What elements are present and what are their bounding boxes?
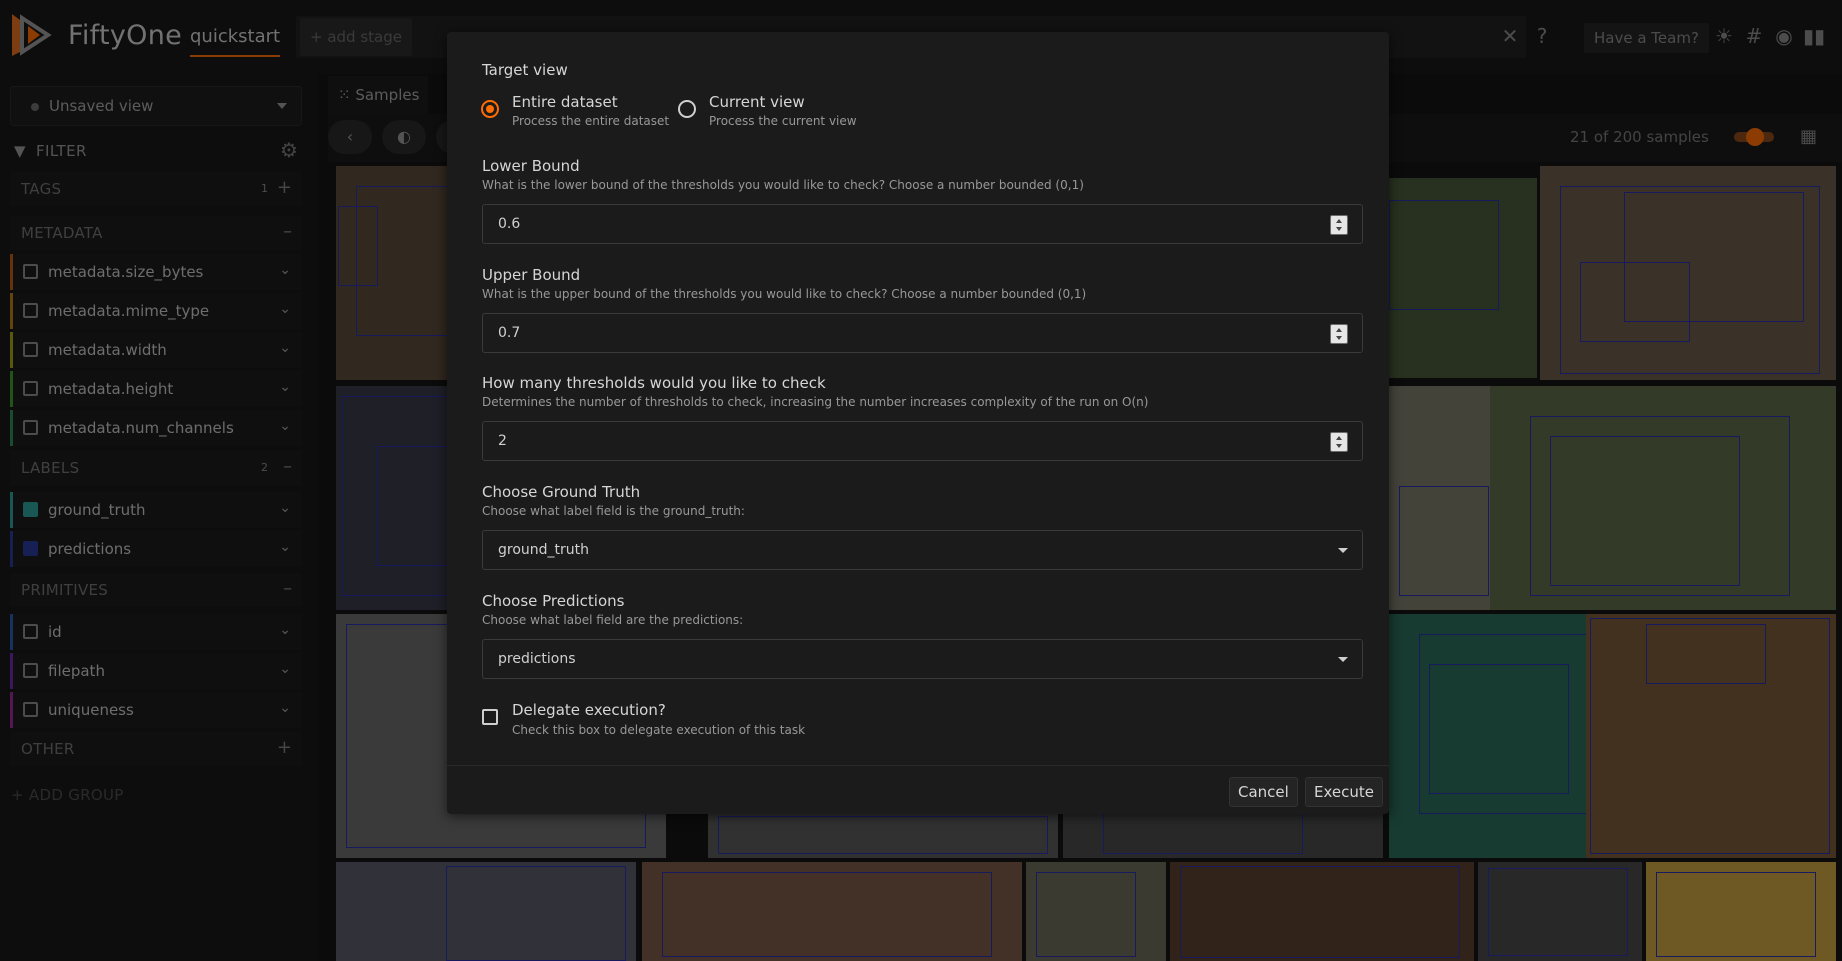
modal-footer-divider bbox=[447, 765, 1389, 766]
ground-truth-desc: Choose what label field is the ground_tr… bbox=[482, 504, 745, 518]
radio-current-view-desc: Process the current view bbox=[709, 114, 857, 128]
upper-bound-desc: What is the upper bound of the threshold… bbox=[482, 287, 1087, 301]
upper-bound-input[interactable]: 0.7 bbox=[482, 313, 1363, 353]
predictions-value: predictions bbox=[498, 651, 576, 667]
number-spinner-icon[interactable] bbox=[1330, 215, 1348, 235]
cancel-button[interactable]: Cancel bbox=[1229, 777, 1298, 807]
caret-down-icon bbox=[1338, 548, 1348, 553]
execute-button[interactable]: Execute bbox=[1305, 777, 1383, 807]
radio-entire-dataset-desc: Process the entire dataset bbox=[512, 114, 670, 128]
upper-bound-label: Upper Bound bbox=[482, 266, 581, 284]
radio-current-view[interactable] bbox=[678, 100, 696, 118]
number-spinner-icon[interactable] bbox=[1330, 324, 1348, 344]
radio-current-view-label[interactable]: Current view bbox=[709, 93, 805, 111]
num-thresholds-label: How many thresholds would you like to ch… bbox=[482, 374, 826, 392]
predictions-label: Choose Predictions bbox=[482, 592, 625, 610]
caret-down-icon bbox=[1338, 657, 1348, 662]
lower-bound-label: Lower Bound bbox=[482, 157, 580, 175]
lower-bound-input[interactable]: 0.6 bbox=[482, 204, 1363, 244]
lower-bound-value: 0.6 bbox=[498, 216, 521, 232]
radio-entire-dataset[interactable] bbox=[481, 100, 499, 118]
num-thresholds-desc: Determines the number of thresholds to c… bbox=[482, 395, 1149, 409]
delegate-desc: Check this box to delegate execution of … bbox=[512, 723, 806, 737]
predictions-select[interactable]: predictions bbox=[482, 639, 1363, 679]
delegate-checkbox[interactable] bbox=[482, 709, 498, 725]
app-root: FiftyOne quickstart + add stage ✕ ? Have… bbox=[0, 0, 1842, 961]
num-thresholds-input[interactable]: 2 bbox=[482, 421, 1363, 461]
ground-truth-label: Choose Ground Truth bbox=[482, 483, 641, 501]
lower-bound-desc: What is the lower bound of the threshold… bbox=[482, 178, 1084, 192]
operator-modal: Target view Entire dataset Process the e… bbox=[447, 32, 1389, 814]
ground-truth-select[interactable]: ground_truth bbox=[482, 530, 1363, 570]
target-view-label: Target view bbox=[482, 61, 568, 79]
upper-bound-value: 0.7 bbox=[498, 325, 521, 341]
radio-entire-dataset-label[interactable]: Entire dataset bbox=[512, 93, 618, 111]
num-thresholds-value: 2 bbox=[498, 433, 507, 449]
ground-truth-value: ground_truth bbox=[498, 542, 590, 558]
predictions-desc: Choose what label field are the predicti… bbox=[482, 613, 744, 627]
delegate-label[interactable]: Delegate execution? bbox=[512, 701, 666, 719]
number-spinner-icon[interactable] bbox=[1330, 432, 1348, 452]
